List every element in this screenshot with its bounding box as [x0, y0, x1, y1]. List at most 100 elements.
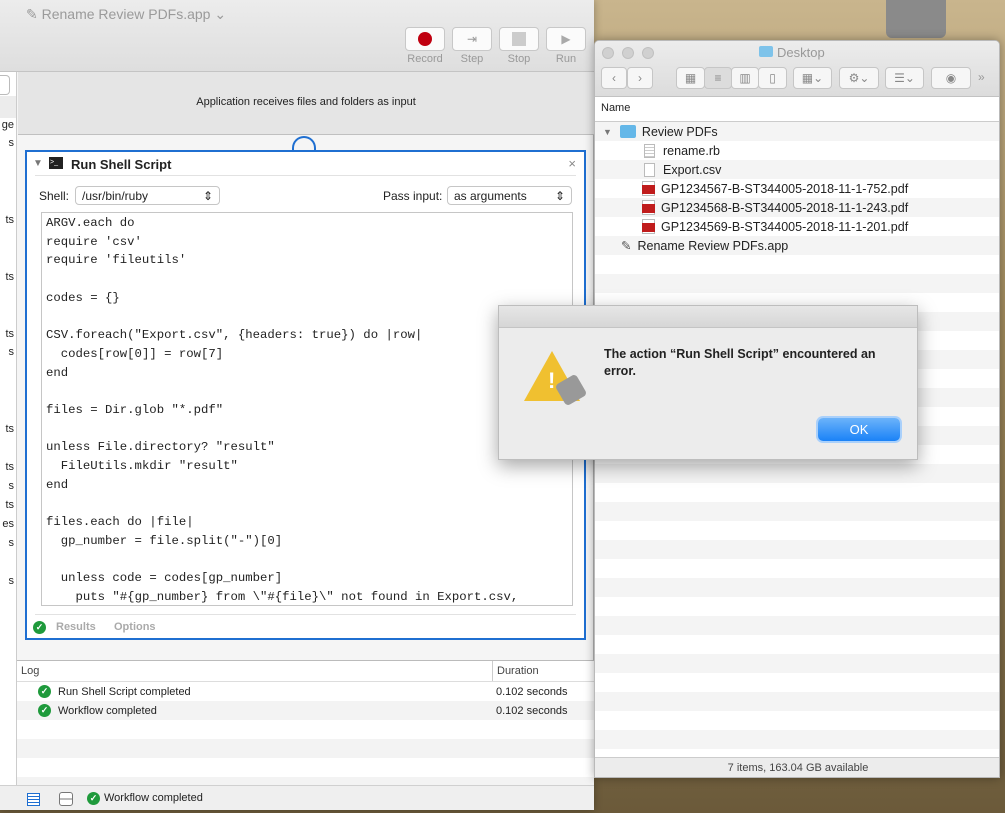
back-button[interactable]: ‹: [601, 67, 627, 89]
icon-view-button[interactable]: ▦: [676, 67, 705, 89]
file-row[interactable]: ▼ Review PDFs: [595, 122, 999, 141]
step-button[interactable]: ⇥: [452, 27, 492, 51]
finder-status-bar: 7 items, 163.04 GB available: [595, 757, 999, 777]
alert-message: The action “Run Shell Script” encountere…: [604, 347, 876, 378]
forward-button[interactable]: ›: [627, 67, 653, 89]
disclosure-triangle-icon[interactable]: ▼: [33, 158, 43, 169]
step-icon: ⇥: [466, 32, 478, 46]
log-duration: 0.102 seconds: [496, 685, 568, 698]
sidebar-item[interactable]: ts: [5, 499, 14, 511]
file-row[interactable]: rename.rb: [595, 141, 999, 160]
stepper-icon: ⇕: [554, 189, 565, 203]
record-button[interactable]: [405, 27, 445, 51]
file-row[interactable]: Export.csv: [595, 160, 999, 179]
sidebar-item[interactable]: ts: [5, 461, 14, 473]
library-sidebar: ge s ts ts ts s ts ts s ts es s s: [0, 72, 17, 785]
pdf-icon: [642, 219, 655, 234]
sidebar-item[interactable]: s: [9, 575, 15, 587]
window-title[interactable]: ✎ Rename Review PDFs.app ⌄: [26, 6, 226, 23]
file-row[interactable]: GP1234568-B-ST344005-2018-11-1-243.pdf: [595, 198, 999, 217]
exclamation-icon: !: [548, 368, 556, 393]
cover-flow-button[interactable]: ▯: [758, 67, 787, 89]
hard-drive-icon[interactable]: [886, 0, 946, 38]
shell-select[interactable]: /usr/bin/ruby ⇕: [75, 186, 220, 205]
automator-toolbar: ✎ Rename Review PDFs.app ⌄ ⇥ ▶ Record St…: [0, 0, 594, 72]
sidebar-header: [0, 96, 16, 118]
sidebar-item[interactable]: s: [9, 346, 15, 358]
file-row[interactable]: ✎ Rename Review PDFs.app: [595, 236, 999, 255]
stop-icon: [512, 32, 526, 46]
finder-toolbar: Desktop ‹ › ▦ ≡ ▥ ▯ ▦⌄ ⚙⌄ ☰⌄ ◉ »: [595, 41, 999, 97]
log-row[interactable]: ✓ Run Shell Script completed 0.102 seconds: [17, 682, 594, 701]
folder-icon: [619, 125, 636, 138]
run-label: Run: [555, 53, 577, 65]
log-row[interactable]: ✓ Workflow completed 0.102 seconds: [17, 701, 594, 720]
record-icon: [418, 32, 432, 46]
action-gear-button[interactable]: ⚙⌄: [839, 67, 879, 89]
list-view-button[interactable]: ≡: [704, 67, 732, 89]
chevron-down-icon: ⌄: [214, 6, 227, 22]
automator-app-icon: ✎: [621, 239, 632, 253]
log-text: Run Shell Script completed: [58, 685, 191, 698]
show-variables-icon[interactable]: [59, 792, 73, 806]
log-table: Log Duration ✓ Run Shell Script completed…: [17, 660, 594, 796]
folder-icon: [759, 46, 773, 57]
pdf-icon: [642, 181, 655, 196]
options-tab[interactable]: Options: [114, 621, 156, 633]
log-rows: ✓ Run Shell Script completed 0.102 seconds…: [17, 682, 594, 796]
ok-button[interactable]: OK: [818, 418, 900, 441]
status-bar: ✓ Workflow completed: [0, 785, 594, 810]
document-icon: [644, 162, 655, 177]
success-check-icon: ✓: [87, 792, 100, 805]
error-alert-dialog: ! The action “Run Shell Script” encounte…: [498, 305, 918, 460]
log-column-header[interactable]: Log: [21, 665, 39, 677]
sidebar-item[interactable]: ts: [5, 271, 14, 283]
dialog-titlebar: [499, 306, 917, 328]
overflow-chevron-icon[interactable]: »: [978, 70, 985, 84]
run-button[interactable]: ▶: [546, 27, 586, 51]
file-row[interactable]: GP1234569-B-ST344005-2018-11-1-201.pdf: [595, 217, 999, 236]
sidebar-item[interactable]: ts: [5, 328, 14, 340]
sidebar-item[interactable]: s: [9, 137, 15, 149]
show-log-icon[interactable]: [27, 793, 40, 806]
stop-label: Stop: [507, 53, 531, 65]
name-column-header[interactable]: Name: [595, 97, 999, 122]
stop-button[interactable]: [499, 27, 539, 51]
pass-input-select[interactable]: as arguments ⇕: [447, 186, 572, 205]
arrange-button[interactable]: ▦⌄: [793, 67, 832, 89]
sidebar-item[interactable]: ts: [5, 214, 14, 226]
close-icon[interactable]: ×: [568, 156, 576, 171]
step-label: Step: [460, 53, 484, 65]
shell-value: /usr/bin/ruby: [82, 189, 149, 203]
window-title: Desktop: [759, 45, 825, 60]
sidebar-item[interactable]: s: [9, 480, 15, 492]
log-duration: 0.102 seconds: [496, 704, 568, 717]
sidebar-item[interactable]: ts: [5, 423, 14, 435]
workflow-input-header: Application receives files and folders a…: [18, 72, 594, 135]
divider: [35, 614, 576, 615]
minimize-button[interactable]: [622, 47, 634, 59]
file-row[interactable]: GP1234567-B-ST344005-2018-11-1-752.pdf: [595, 179, 999, 198]
zoom-button[interactable]: [642, 47, 654, 59]
status-text: Workflow completed: [104, 792, 203, 804]
script-editor[interactable]: ARGV.each do require 'csv' require 'file…: [41, 212, 573, 606]
disclosure-triangle-icon[interactable]: ▼: [603, 127, 612, 137]
quick-look-button[interactable]: ◉: [931, 67, 971, 89]
stepper-icon: ⇕: [202, 189, 213, 203]
pass-input-label: Pass input:: [383, 189, 443, 203]
column-view-button[interactable]: ▥: [731, 67, 759, 89]
log-text: Workflow completed: [58, 704, 157, 717]
search-field[interactable]: [0, 75, 10, 95]
success-check-icon: ✓: [38, 685, 51, 698]
sidebar-item[interactable]: s: [9, 537, 15, 549]
text-file-icon: [644, 143, 655, 158]
sort-button[interactable]: ☰⌄: [885, 67, 924, 89]
terminal-icon: >_: [49, 157, 63, 169]
record-label: Record: [407, 53, 443, 65]
sidebar-item[interactable]: es: [2, 518, 14, 530]
sidebar-item[interactable]: ge: [2, 119, 14, 131]
close-button[interactable]: [602, 47, 614, 59]
duration-column-header[interactable]: Duration: [497, 665, 539, 677]
pdf-icon: [642, 200, 655, 215]
results-tab[interactable]: Results: [56, 621, 96, 633]
